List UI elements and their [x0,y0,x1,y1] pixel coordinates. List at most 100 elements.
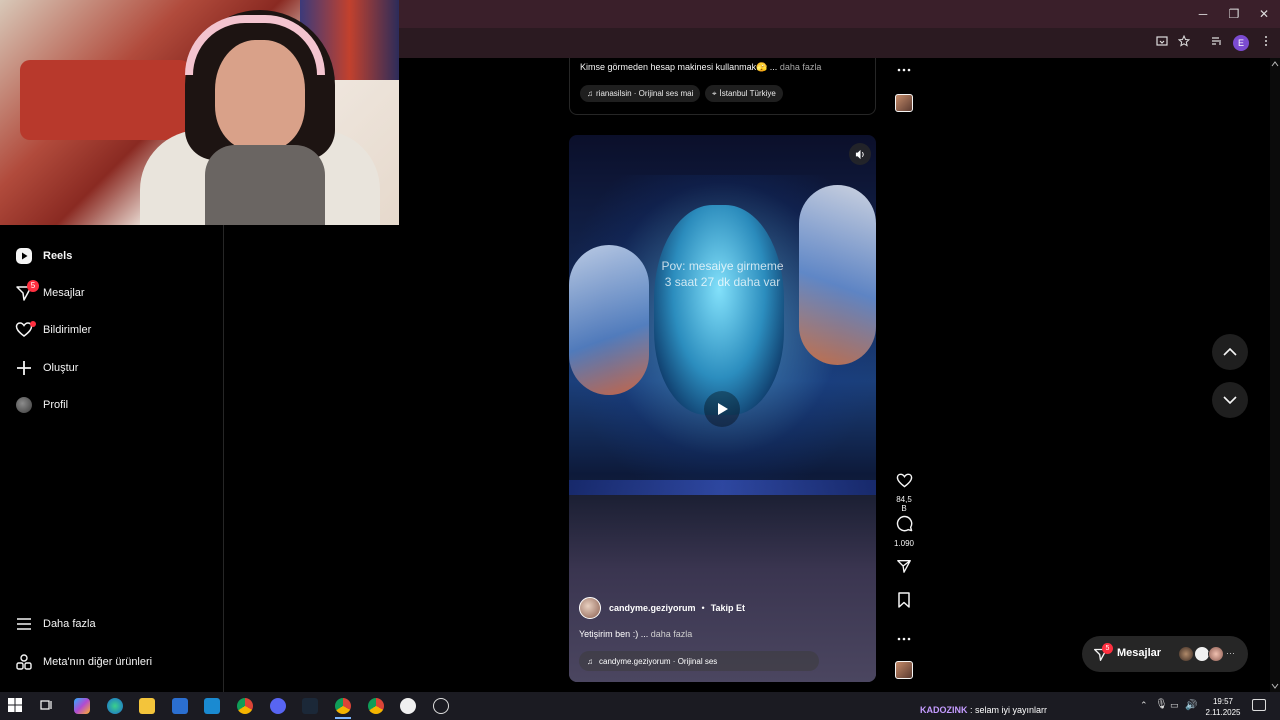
clock-date: 2.11.2025 [1205,708,1241,717]
messages-pill[interactable]: 5 Mesajlar ··· [1082,636,1248,672]
windows-taskbar [0,692,1280,720]
sidebar-item-profile[interactable]: Profil [14,393,68,417]
sidebar-nav: Reels 5 Mesajlar Bildirimler Oluştur Pro… [0,225,224,692]
bookmark-icon [898,592,910,608]
meta-apps-icon [14,652,34,672]
network-icon[interactable]: ▭ [1170,700,1179,711]
clock-time: 19:57 [1212,697,1234,706]
sidebar-item-label: Oluştur [43,362,79,374]
browser-menu-icon[interactable] [1256,33,1276,53]
reel-caption-text: Yetişirim ben :) ... [579,629,649,639]
edge-icon[interactable] [107,698,123,714]
overlay-line-1: Pov: mesaiye girmeme [661,259,784,273]
music-note-icon: ♫ [587,89,593,98]
comment-icon [896,515,912,532]
chrome-profile-icon[interactable] [368,698,384,714]
location-chip[interactable]: ⌖ İstanbul Türkiye [705,85,783,102]
restore-button[interactable]: ❐ [1219,4,1249,24]
sidebar-item-messages[interactable]: 5 Mesajlar [14,280,85,305]
media-controls-icon[interactable] [1207,33,1227,53]
follow-button[interactable]: Takip Et [711,603,745,613]
like-button[interactable]: 84,5 B [893,472,915,513]
sidebar-item-label: Bildirimler [43,324,92,336]
sidebar-item-label: Meta'nın diğer ürünleri [43,656,153,668]
reel-author: candyme.geziyorum • Takip Et [579,597,745,619]
tray-chevron-icon[interactable]: ⌃ [1140,700,1148,711]
next-reel-button[interactable] [1212,382,1248,418]
more-options-icon [897,68,911,72]
active-app-indicator [335,717,351,719]
copilot-icon[interactable] [74,698,90,714]
author-username[interactable]: candyme.geziyorum [609,603,696,613]
heart-icon [14,320,36,340]
close-button[interactable]: ✕ [1249,4,1279,24]
volume-button[interactable] [849,143,871,165]
avatar [1208,646,1224,662]
chat-username: KADOZINK [920,705,968,715]
location-pin-icon: ⌖ [712,88,717,98]
notification-dot [30,321,36,327]
task-view-icon[interactable] [40,698,56,714]
bookmark-star-icon[interactable] [1174,33,1194,53]
author-avatar[interactable] [579,597,601,619]
chevron-up-icon [1223,348,1237,356]
sidebar-item-notifications[interactable]: Bildirimler [14,318,91,342]
reel-overlay-text: Pov: mesaiye girmeme 3 saat 27 dk daha v… [569,258,876,290]
avatar-icon [14,395,34,415]
comment-count: 1.090 [893,539,915,548]
sidebar-item-more[interactable]: Daha fazla [14,612,96,636]
sidebar-item-create[interactable]: Oluştur [14,356,78,380]
plus-icon [14,358,34,378]
stream-chat-message: KADOZINK : selam iyi yayınlarr [920,705,1047,715]
messages-badge: 5 [1102,643,1113,654]
reel-caption: Yetişirim ben :) ... daha fazla [579,629,692,639]
minimize-button[interactable]: ─ [1188,4,1218,24]
location-chip-label: İstanbul Türkiye [719,89,776,98]
share-button[interactable] [893,558,915,579]
sidebar-item-meta-products[interactable]: Meta'nın diğer ürünleri [14,650,152,674]
comment-button[interactable]: 1.090 [893,515,915,548]
menu-icon [14,614,34,634]
play-button[interactable] [704,391,740,427]
more-link[interactable]: daha fazla [651,629,693,639]
speaker-icon[interactable]: 🔊 [1185,700,1197,711]
chrome-icon[interactable] [237,698,253,714]
previous-reel-button[interactable] [1212,334,1248,370]
messages-badge: 5 [27,280,39,292]
reel-video[interactable]: Pov: mesaiye girmeme 3 saat 27 dk daha v… [569,135,876,682]
reel-audio-chip[interactable]: ♫ candyme.geziyorum · Orijinal ses [579,651,819,671]
reel-options-button[interactable] [893,628,915,646]
volume-icon [855,149,864,159]
more-link[interactable]: daha fazla [780,62,822,72]
save-button[interactable] [893,592,915,613]
steam-icon[interactable] [302,698,318,714]
browser-profile-avatar[interactable]: E [1233,35,1249,51]
audio-thumbnail[interactable] [895,661,913,679]
previous-post: Kimse görmeden hesap makinesi kullanmak🫣… [569,58,876,115]
avatar [1178,646,1194,662]
taskbar-clock[interactable]: 19:57 2.11.2025 [1200,696,1246,718]
sidebar-item-reels[interactable]: Reels [14,244,72,268]
mail-icon[interactable] [204,698,220,714]
microphone-icon[interactable]: 🎙 [1155,699,1168,710]
chrome-active-icon[interactable] [335,698,351,714]
start-icon[interactable] [8,698,24,714]
page-scrollbar[interactable] [1270,58,1280,692]
webcam-overlay [0,0,399,225]
previous-post-options-button[interactable] [893,59,915,77]
messenger-icon: 5 [14,280,39,303]
install-app-icon[interactable] [1152,33,1172,53]
settings-icon[interactable] [433,698,449,714]
notification-center-icon[interactable] [1252,699,1266,711]
reels-icon [14,246,34,266]
store-icon[interactable] [172,698,188,714]
audio-chip[interactable]: ♫ rianasilsin · Orijinal ses mai [580,85,701,102]
heart-icon [896,473,912,488]
discord-icon[interactable] [270,698,286,714]
share-icon [897,560,911,573]
file-explorer-icon[interactable] [139,698,155,714]
music-note-icon: ♫ [587,656,593,666]
sidebar-item-label: Reels [43,250,73,262]
obs-icon[interactable] [400,698,416,714]
previous-audio-thumbnail[interactable] [895,94,913,112]
